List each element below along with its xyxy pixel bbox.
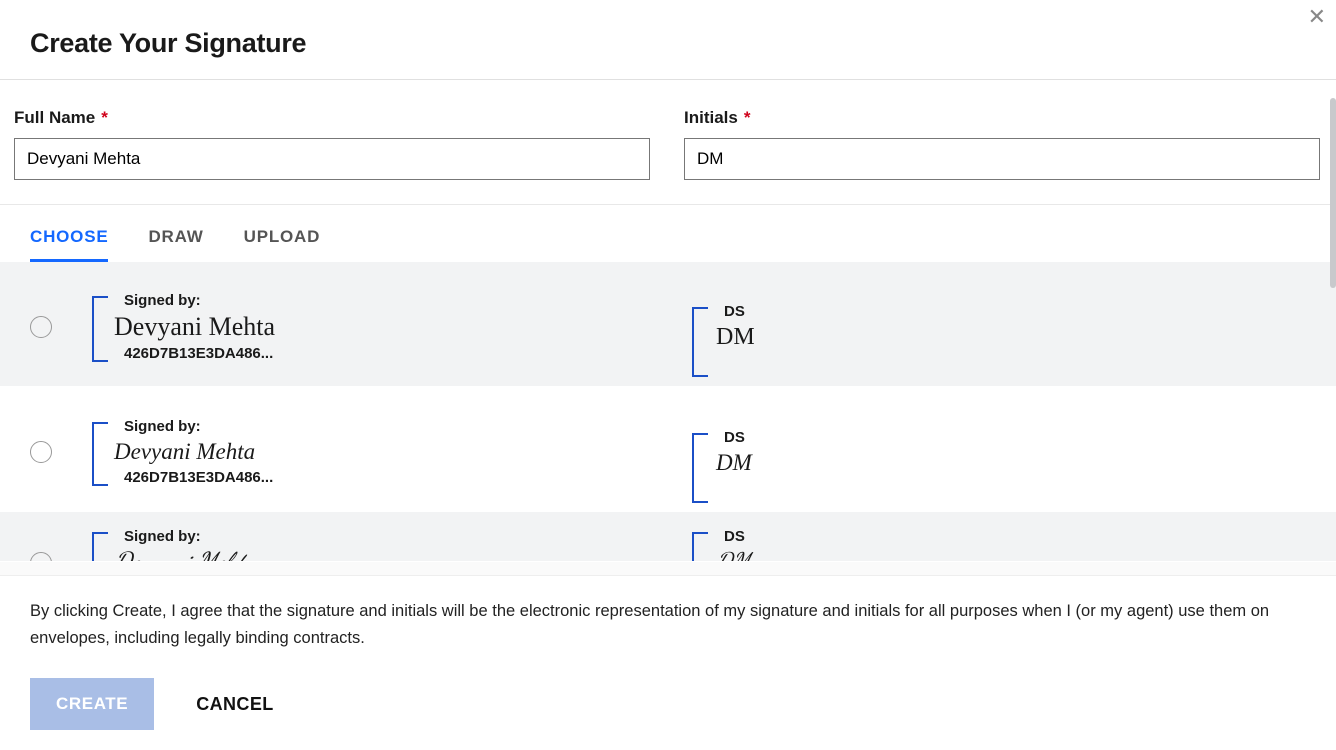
ds-label: DS	[724, 429, 952, 446]
bracket-icon	[92, 296, 108, 363]
required-asterisk-icon: *	[744, 108, 751, 128]
initials-group: Initials *	[684, 108, 1320, 180]
full-name-label: Full Name *	[14, 108, 650, 128]
signature-preview: Signed by: Devyani Mehta 426D7B13E3DA486…	[92, 288, 652, 367]
required-asterisk-icon: *	[101, 108, 108, 128]
bracket-icon	[692, 307, 708, 377]
signature-option[interactable]: Signed by: Devyani Mehta DS DM	[0, 512, 1336, 562]
create-signature-modal: ✕ Create Your Signature Full Name * Init…	[0, 0, 1336, 750]
close-button[interactable]: ✕	[1308, 6, 1326, 28]
name-form-row: Full Name * Initials *	[0, 80, 1336, 205]
disclosure-text: By clicking Create, I agree that the sig…	[30, 598, 1306, 652]
modal-footer: By clicking Create, I agree that the sig…	[0, 575, 1336, 750]
signature-text: Devyani Mehta	[114, 439, 652, 464]
bracket-icon	[92, 532, 108, 562]
signed-by-label: Signed by:	[124, 418, 652, 435]
signature-option[interactable]: Signed by: Devyani Mehta 426D7B13E3DA486…	[0, 262, 1336, 387]
signed-by-label: Signed by:	[124, 292, 652, 309]
ds-label: DS	[724, 528, 952, 545]
signature-hash: 426D7B13E3DA486...	[124, 345, 652, 362]
modal-header: ✕ Create Your Signature	[0, 0, 1336, 80]
create-button[interactable]: CREATE	[30, 678, 154, 730]
radio-button[interactable]	[30, 552, 52, 562]
full-name-label-text: Full Name	[14, 108, 95, 128]
initials-preview: DS DM	[692, 299, 952, 354]
scrollbar[interactable]	[1330, 98, 1336, 288]
initials-text: DM	[716, 324, 952, 350]
cancel-button[interactable]: CANCEL	[196, 694, 273, 715]
bracket-icon	[692, 532, 708, 562]
tab-choose[interactable]: CHOOSE	[30, 205, 108, 262]
full-name-group: Full Name *	[14, 108, 650, 180]
tab-draw[interactable]: DRAW	[148, 205, 203, 262]
signature-hash: 426D7B13E3DA486...	[124, 469, 652, 486]
initials-label-text: Initials	[684, 108, 738, 128]
initials-preview: DS DM	[692, 425, 952, 479]
initials-text: DM	[716, 450, 952, 475]
bracket-icon	[692, 433, 708, 503]
close-icon: ✕	[1308, 4, 1326, 29]
button-row: CREATE CANCEL	[30, 678, 1306, 730]
full-name-input[interactable]	[14, 138, 650, 180]
modal-title: Create Your Signature	[30, 28, 1306, 59]
signature-preview: Signed by: Devyani Mehta 426D7B13E3DA486…	[92, 414, 652, 489]
bracket-icon	[92, 422, 108, 485]
signature-text: Devyani Mehta	[114, 313, 652, 342]
initials-label: Initials *	[684, 108, 1320, 128]
initials-input[interactable]	[684, 138, 1320, 180]
ds-label: DS	[724, 303, 952, 320]
signed-by-label: Signed by:	[124, 528, 652, 545]
signature-options-list[interactable]: Signed by: Devyani Mehta 426D7B13E3DA486…	[0, 262, 1336, 575]
radio-button[interactable]	[30, 316, 52, 338]
radio-button[interactable]	[30, 441, 52, 463]
signature-tabs: CHOOSE DRAW UPLOAD	[0, 205, 1336, 262]
tab-upload[interactable]: UPLOAD	[244, 205, 321, 262]
initials-text: DM	[716, 549, 952, 562]
signature-preview: Signed by: Devyani Mehta	[92, 524, 652, 562]
initials-preview: DS DM	[692, 524, 952, 562]
signature-text: Devyani Mehta	[114, 549, 652, 562]
signature-option[interactable]: Signed by: Devyani Mehta 426D7B13E3DA486…	[0, 387, 1336, 512]
